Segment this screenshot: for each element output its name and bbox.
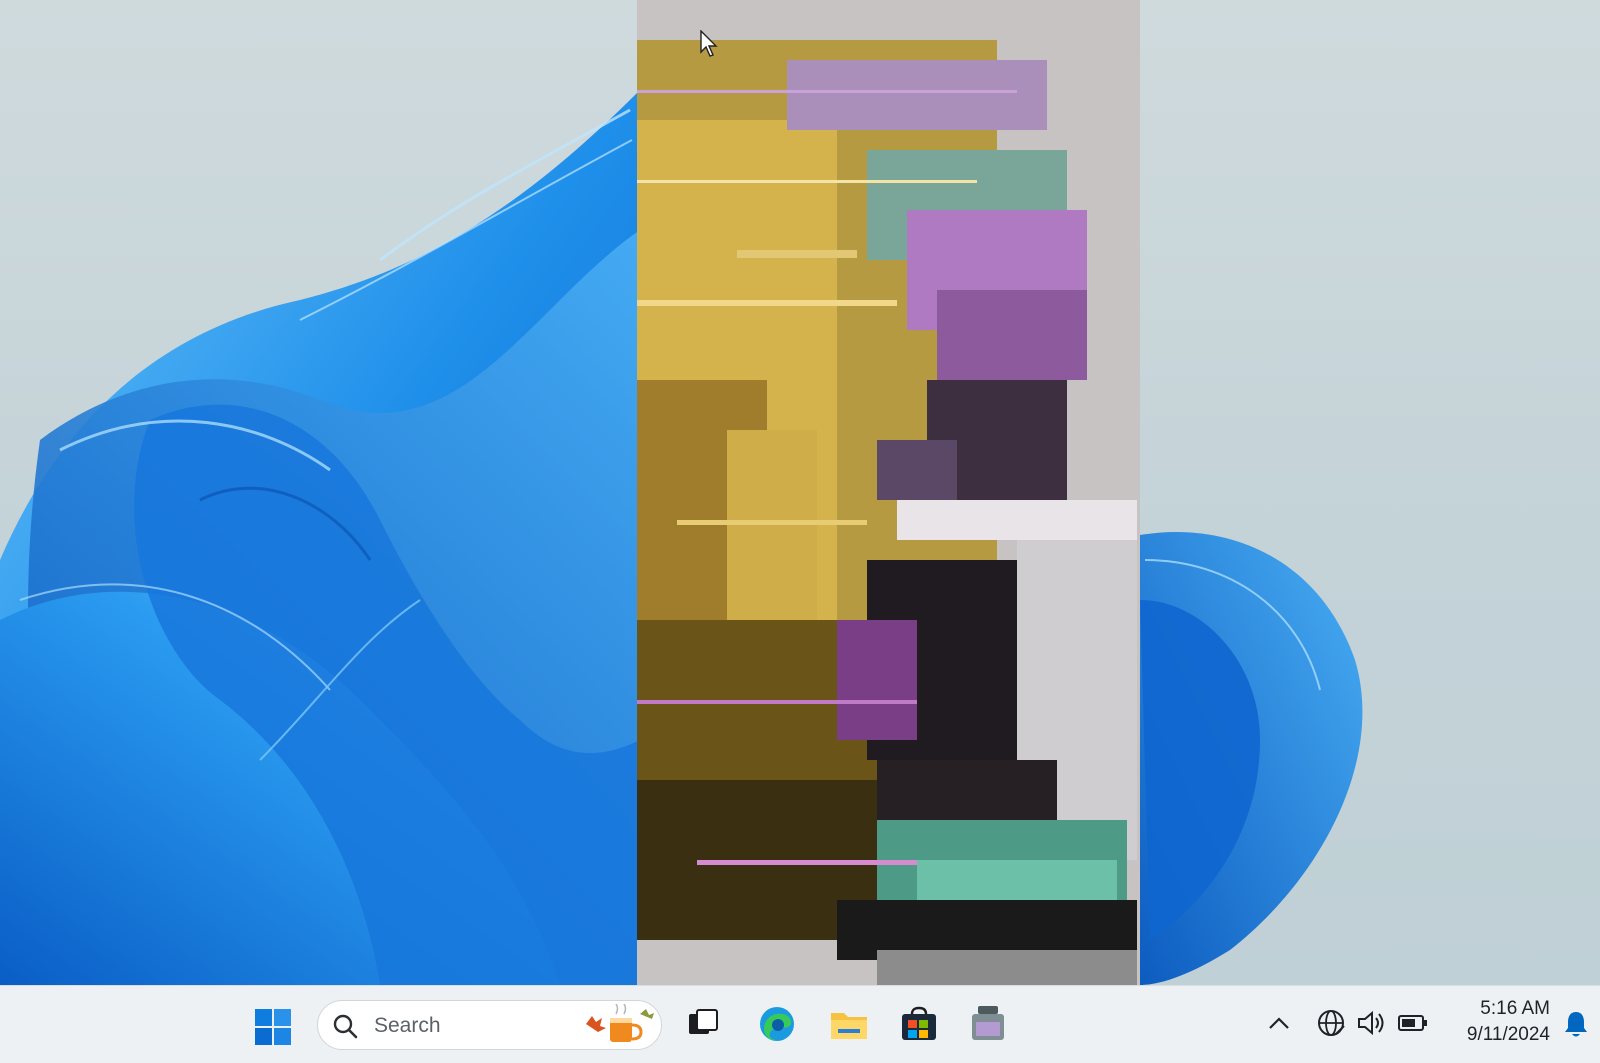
file-explorer-button[interactable] (826, 1001, 872, 1047)
edge-icon (760, 1007, 794, 1041)
bell-icon (1565, 1012, 1587, 1037)
chevron-up-icon (1269, 1017, 1289, 1029)
start-button[interactable] (252, 1006, 294, 1048)
network-button[interactable] (1314, 1006, 1348, 1040)
search-box[interactable]: Search (317, 1000, 662, 1050)
task-view-button[interactable] (680, 1001, 726, 1047)
mouse-pointer-icon (700, 30, 718, 57)
clock-time: 5:16 AM (1480, 998, 1550, 1019)
volume-button[interactable] (1354, 1006, 1388, 1040)
pinned-app-button[interactable] (965, 1001, 1011, 1047)
task-view-icon (689, 1009, 718, 1034)
desktop (0, 0, 1600, 985)
battery-icon (1398, 1015, 1427, 1031)
search-label: Search (374, 1014, 441, 1037)
folder-icon (831, 1013, 867, 1039)
store-icon (902, 1006, 936, 1040)
speaker-icon (1358, 1010, 1384, 1036)
clock-date: 9/11/2024 (1466, 1024, 1550, 1045)
microsoft-store-button[interactable] (896, 1001, 942, 1047)
taskbar: Search 5:16 AM 9/11/2024 (0, 985, 1600, 1063)
clock[interactable]: 5:16 AM 9/11/2024 (1440, 996, 1550, 1048)
windows-logo-icon (255, 1009, 291, 1045)
app-icon (972, 1006, 1004, 1040)
show-hidden-icons-button[interactable] (1264, 1008, 1294, 1038)
globe-icon (1318, 1010, 1345, 1036)
search-icon (333, 1014, 358, 1039)
edge-button[interactable] (754, 1001, 800, 1047)
notifications-button[interactable] (1560, 1008, 1592, 1040)
display-glitch-region (637, 0, 1140, 985)
autumn-mug-icon (586, 1004, 654, 1042)
battery-button[interactable] (1394, 1006, 1432, 1040)
